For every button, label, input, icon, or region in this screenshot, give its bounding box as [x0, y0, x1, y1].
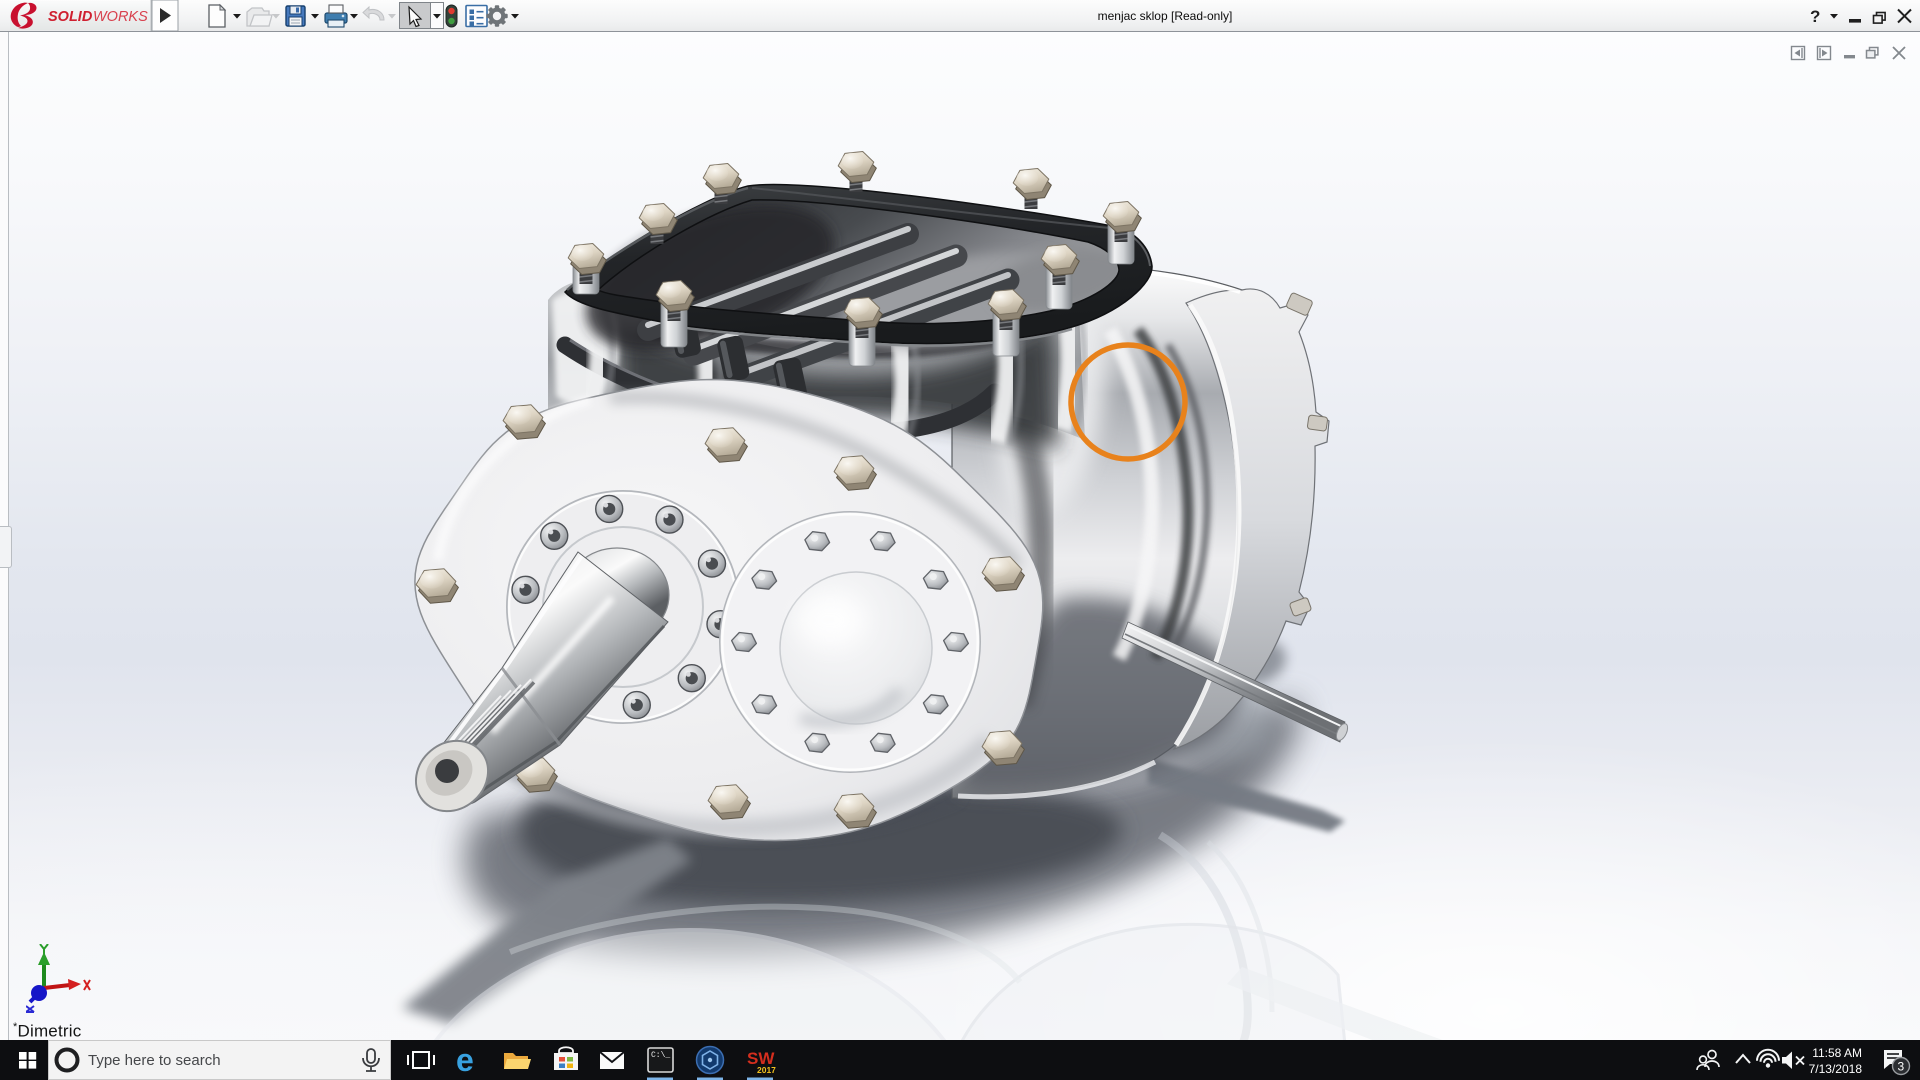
- svg-text:SOLID: SOLID: [48, 9, 93, 25]
- svg-text:e: e: [456, 1042, 474, 1078]
- svg-text:?: ?: [1810, 7, 1820, 26]
- svg-text:WORKS: WORKS: [93, 9, 148, 25]
- svg-text:C:\_: C:\_: [651, 1051, 670, 1060]
- svg-text:3: 3: [1898, 1060, 1905, 1074]
- svg-text:2017: 2017: [757, 1065, 776, 1075]
